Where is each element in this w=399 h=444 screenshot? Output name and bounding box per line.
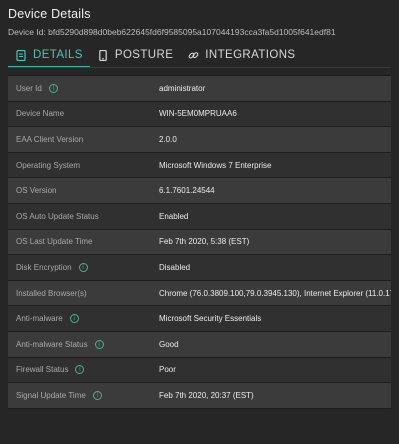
- device-details-panel: Device Details Device Id: bfd5290d898d0b…: [0, 0, 399, 444]
- page-title: Device Details: [8, 7, 91, 21]
- table-row: Device Name WIN-5EM0MPRUAA6: [8, 101, 391, 128]
- table-row: Disk Encryption i Disabled: [8, 255, 391, 281]
- row-label: Anti-malware: [16, 314, 63, 324]
- row-label: EAA Client Version: [16, 134, 84, 144]
- row-label-cell: Firewall Status i: [8, 365, 159, 375]
- table-row: Installed Browser(s) Chrome (76.0.3809.10…: [8, 280, 391, 307]
- row-label: OS Last Update Time: [16, 237, 93, 247]
- table-row: User Id i administrator: [8, 76, 391, 102]
- row-label-cell: OS Version: [8, 186, 159, 195]
- tab-details[interactable]: DETAILS: [8, 44, 90, 68]
- device-id-text: Device Id: bfd5290d898d0beb622645fd6f958…: [8, 27, 336, 37]
- tab-posture[interactable]: POSTURE: [90, 44, 180, 66]
- row-label: Anti-malware Status: [16, 339, 88, 349]
- row-label-cell: Disk Encryption i: [8, 262, 159, 272]
- info-icon[interactable]: i: [94, 339, 104, 349]
- row-value: Microsoft Security Essentials: [159, 314, 262, 324]
- tab-divider: [8, 67, 391, 68]
- tab-posture-label: POSTURE: [114, 49, 174, 61]
- document-icon: [15, 49, 27, 61]
- link-icon: [187, 49, 199, 61]
- info-icon[interactable]: i: [78, 262, 88, 272]
- row-label-cell: OS Last Update Time: [8, 237, 159, 246]
- row-label-cell: Anti-malware Status i: [8, 339, 159, 349]
- row-label: Disk Encryption: [16, 262, 72, 272]
- table-row: OS Version 6.1.7601.24544: [8, 178, 391, 204]
- table-row: OS Auto Update Status Enabled: [8, 203, 391, 230]
- table-row: Operating System Microsoft Windows 7 Ente…: [8, 152, 391, 179]
- row-value: Feb 7th 2020, 20:37 (EST): [159, 390, 254, 400]
- row-label: Operating System: [16, 160, 81, 170]
- tab-bar: DETAILS POSTURE INTEGRATIONS: [8, 44, 303, 68]
- row-value: Disabled: [159, 262, 191, 272]
- table-row: Firewall Status i Poor: [8, 357, 391, 384]
- info-icon[interactable]: i: [75, 365, 85, 375]
- tab-integrations[interactable]: INTEGRATIONS: [180, 44, 302, 66]
- row-label-cell: Anti-malware i: [8, 314, 159, 324]
- row-label-cell: Signal Update Time i: [8, 390, 159, 400]
- row-label-cell: OS Auto Update Status: [8, 212, 159, 221]
- row-value: WIN-5EM0MPRUAA6: [159, 109, 237, 119]
- phone-icon: [97, 49, 109, 61]
- tab-integrations-label: INTEGRATIONS: [205, 49, 296, 61]
- row-label-cell: Device Name: [8, 109, 159, 118]
- table-row: OS Last Update Time Feb 7th 2020, 5:38 (E…: [8, 229, 391, 256]
- row-value: Poor: [159, 365, 176, 375]
- table-row: EAA Client Version 2.0.0: [8, 127, 391, 153]
- row-value: Chrome (76.0.3809.100,79.0.3945.130), In…: [159, 288, 391, 298]
- details-table: User Id i administrator Device Name WIN-5EM0…: [8, 75, 391, 409]
- row-label-cell: Operating System: [8, 161, 159, 170]
- row-label-cell: EAA Client Version: [8, 135, 159, 144]
- tab-details-label: DETAILS: [33, 49, 83, 61]
- row-value: administrator: [159, 83, 206, 93]
- row-label-cell: User Id i: [8, 83, 159, 93]
- row-label: Firewall Status: [16, 365, 69, 375]
- info-icon[interactable]: i: [69, 314, 79, 324]
- row-label: Installed Browser(s): [16, 288, 87, 298]
- info-icon[interactable]: i: [48, 83, 58, 93]
- row-label: OS Version: [16, 186, 57, 196]
- table-row: Anti-malware Status i Good: [8, 331, 391, 358]
- row-label: User Id: [16, 83, 42, 93]
- row-value: 2.0.0: [159, 134, 177, 144]
- row-value: Enabled: [159, 211, 189, 221]
- table-row: Signal Update Time i Feb 7th 2020, 20:37 (…: [8, 383, 391, 409]
- info-icon[interactable]: i: [92, 390, 102, 400]
- row-value: Good: [159, 339, 179, 349]
- row-label: Device Name: [16, 109, 65, 119]
- row-label: OS Auto Update Status: [16, 211, 99, 221]
- row-label-cell: Installed Browser(s): [8, 289, 159, 298]
- row-label: Signal Update Time: [16, 390, 86, 400]
- table-row: Anti-malware i Microsoft Security Essentia…: [8, 306, 391, 332]
- row-value: Microsoft Windows 7 Enterprise: [159, 160, 272, 170]
- row-value: 6.1.7601.24544: [159, 186, 215, 196]
- row-value: Feb 7th 2020, 5:38 (EST): [159, 237, 250, 247]
